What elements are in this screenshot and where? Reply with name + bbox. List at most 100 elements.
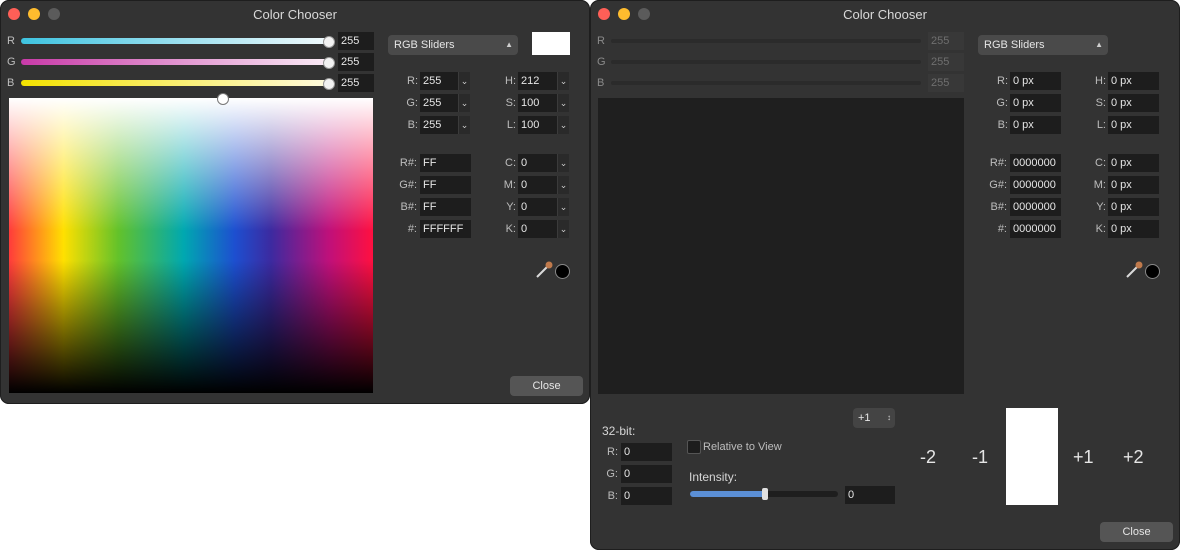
- field-label-h: H:: [505, 75, 516, 87]
- field-label-l: L:: [506, 119, 516, 131]
- green-hex-field[interactable]: 0000000: [1010, 176, 1061, 194]
- green-hex-field[interactable]: FF: [420, 176, 471, 194]
- close-button[interactable]: Close: [1100, 522, 1173, 542]
- dropdown-value: RGB Sliders: [984, 39, 1045, 51]
- magenta-field[interactable]: 0: [518, 176, 557, 194]
- green-slider-value[interactable]: 255: [928, 53, 964, 71]
- cyan-field[interactable]: 0: [518, 154, 557, 172]
- eyedropper-icon[interactable]: [1124, 260, 1144, 280]
- hex-field[interactable]: FFFFFF: [420, 220, 471, 238]
- magenta-field[interactable]: 0 px: [1108, 176, 1159, 194]
- chevron-down-icon[interactable]: ⌄: [557, 116, 569, 134]
- bit32-green-field[interactable]: 0: [621, 465, 672, 483]
- color-model-dropdown[interactable]: RGB Sliders ▲: [388, 35, 518, 55]
- chevron-down-icon[interactable]: ⌄: [458, 116, 470, 134]
- current-color-swatch: [532, 32, 570, 55]
- field-label-r-hex: R#:: [399, 157, 417, 169]
- black-field[interactable]: 0: [518, 220, 557, 238]
- relative-to-view-checkbox[interactable]: [687, 440, 701, 454]
- chevron-down-icon[interactable]: ⌄: [557, 154, 569, 172]
- blue-field[interactable]: 255: [420, 116, 458, 134]
- saturation-field[interactable]: 100: [518, 94, 557, 112]
- blue-slider-value[interactable]: 255: [338, 74, 374, 92]
- yellow-field[interactable]: 0: [518, 198, 557, 216]
- window-title: Color Chooser: [253, 7, 337, 22]
- bit32-blue-field[interactable]: 0: [621, 487, 672, 505]
- bit32-label-g: G:: [606, 468, 618, 480]
- green-slider-value[interactable]: 255: [338, 53, 374, 71]
- cyan-field[interactable]: 0 px: [1108, 154, 1159, 172]
- yellow-field[interactable]: 0 px: [1108, 198, 1159, 216]
- red-slider-knob[interactable]: [323, 36, 335, 48]
- field-label-h: H:: [1095, 75, 1106, 87]
- chevron-down-icon[interactable]: ⌄: [458, 94, 470, 112]
- hue-field[interactable]: 212: [518, 72, 557, 90]
- blue-slider-value[interactable]: 255: [928, 74, 964, 92]
- lightness-field[interactable]: 100: [518, 116, 557, 134]
- intensity-slider-fill: [690, 491, 765, 497]
- red-field[interactable]: 0 px: [1010, 72, 1061, 90]
- field-label-s: S:: [505, 97, 516, 109]
- red-hex-field[interactable]: 0000000: [1010, 154, 1061, 172]
- dropdown-value: RGB Sliders: [394, 39, 455, 51]
- relative-to-view-label: Relative to View: [703, 441, 782, 453]
- red-hex-field[interactable]: FF: [420, 154, 471, 172]
- bit32-red-field[interactable]: 0: [621, 443, 672, 461]
- red-slider-value[interactable]: 255: [928, 32, 964, 50]
- color-spectrum-field[interactable]: [9, 98, 373, 393]
- black-field[interactable]: 0 px: [1108, 220, 1159, 238]
- slider-label-r: R: [7, 35, 15, 47]
- blue-field[interactable]: 0 px: [1010, 116, 1061, 134]
- dropdown-arrow-icon: ▲: [505, 40, 513, 49]
- hue-field[interactable]: 0 px: [1108, 72, 1159, 90]
- chevron-down-icon[interactable]: ⌄: [557, 94, 569, 112]
- field-label-g: G:: [406, 97, 418, 109]
- chevron-down-icon[interactable]: ⌄: [557, 220, 569, 238]
- green-field[interactable]: 0 px: [1010, 94, 1061, 112]
- field-label-b-hex: B#:: [400, 201, 417, 213]
- red-slider-value[interactable]: 255: [338, 32, 374, 50]
- blue-slider-knob[interactable]: [323, 78, 335, 90]
- field-label-b: B:: [407, 119, 418, 131]
- field-label-k: K:: [1095, 223, 1106, 235]
- exposure-plus-1: +1: [1073, 447, 1094, 467]
- red-slider-track[interactable]: [611, 39, 921, 43]
- field-label-y: Y:: [506, 201, 516, 213]
- green-slider-knob[interactable]: [323, 57, 335, 69]
- close-button[interactable]: Close: [510, 376, 583, 396]
- spectrum-picker-handle[interactable]: [217, 93, 229, 105]
- chevron-down-icon[interactable]: ⌄: [557, 72, 569, 90]
- slider-label-b: B: [7, 77, 15, 89]
- color-spectrum-field[interactable]: [598, 98, 964, 394]
- exposure-plus-2: +2: [1123, 447, 1144, 467]
- green-slider-track[interactable]: [611, 60, 921, 64]
- green-field[interactable]: 255: [420, 94, 458, 112]
- stepper-arrows-icon[interactable]: ↕: [887, 408, 891, 428]
- saturation-field[interactable]: 0 px: [1108, 94, 1159, 112]
- eyedropper-icon[interactable]: [534, 260, 554, 280]
- slider-label-g: G: [597, 56, 606, 68]
- blue-slider-track[interactable]: [21, 80, 332, 86]
- window-title: Color Chooser: [843, 7, 927, 22]
- chevron-down-icon[interactable]: ⌄: [557, 198, 569, 216]
- field-label-g: G:: [996, 97, 1008, 109]
- intensity-slider-knob[interactable]: [762, 488, 768, 500]
- red-field[interactable]: 255: [420, 72, 458, 90]
- blue-hex-field[interactable]: FF: [420, 198, 471, 216]
- field-label-c: C:: [1095, 157, 1106, 169]
- exposure-minus-1: -1: [972, 447, 989, 467]
- color-model-dropdown[interactable]: RGB Sliders ▲: [978, 35, 1108, 55]
- field-label-g-hex: G#:: [399, 179, 417, 191]
- intensity-field[interactable]: 0: [845, 486, 895, 504]
- chevron-down-icon[interactable]: ⌄: [458, 72, 470, 90]
- hex-field[interactable]: 0000000: [1010, 220, 1061, 238]
- blue-slider-track[interactable]: [611, 81, 921, 85]
- field-label-r: R:: [407, 75, 418, 87]
- exposure-stepper[interactable]: +1 ↕: [853, 408, 895, 428]
- red-slider-track[interactable]: [21, 38, 332, 44]
- chevron-down-icon[interactable]: ⌄: [557, 176, 569, 194]
- blue-hex-field[interactable]: 0000000: [1010, 198, 1061, 216]
- green-slider-track[interactable]: [21, 59, 332, 65]
- field-label-r: R:: [997, 75, 1008, 87]
- lightness-field[interactable]: 0 px: [1108, 116, 1159, 134]
